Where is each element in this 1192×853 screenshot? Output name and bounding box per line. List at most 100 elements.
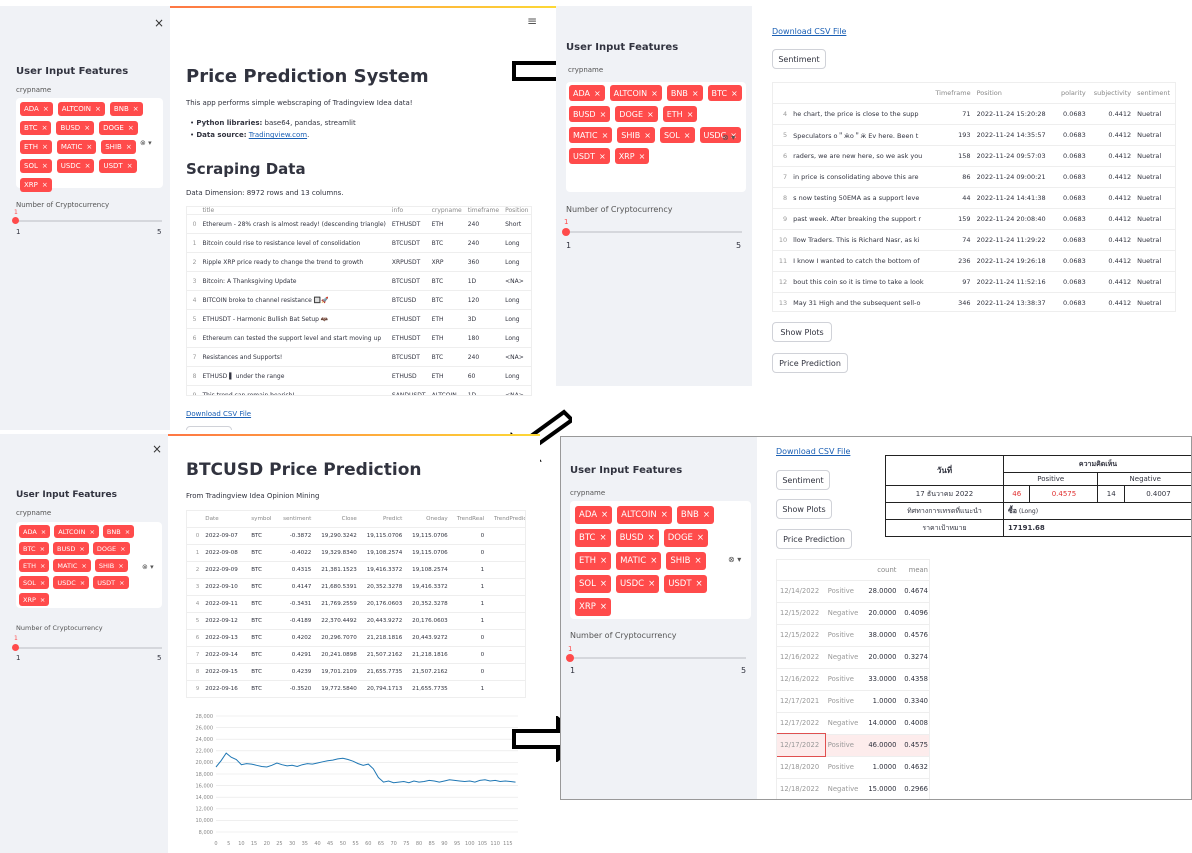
column-header[interactable]: sentiment: [1134, 83, 1175, 103]
tag-btc[interactable]: BTC ×: [707, 85, 742, 101]
tag-remove-icon[interactable]: ×: [42, 181, 48, 189]
tag-remove-icon[interactable]: ×: [84, 124, 90, 132]
menu-icon[interactable]: ≡: [527, 14, 537, 28]
tag-remove-icon[interactable]: ×: [42, 124, 48, 132]
tag-remove-icon[interactable]: ×: [644, 131, 651, 140]
tag-remove-icon[interactable]: ×: [86, 143, 92, 151]
multiselect-controls-icon[interactable]: ⊗ ▾: [728, 555, 741, 564]
tag-matic[interactable]: MATIC ×: [569, 127, 613, 143]
tag-remove-icon[interactable]: ×: [731, 89, 738, 98]
scraping-table-container[interactable]: title info crypname timeframe Position 0 Ethe…: [186, 206, 532, 396]
slider-track[interactable]: [16, 647, 162, 649]
tag-remove-icon[interactable]: ×: [651, 89, 658, 98]
tag-remove-icon[interactable]: ×: [661, 510, 668, 520]
column-header[interactable]: sentiment: [277, 511, 314, 527]
tag-doge[interactable]: DOGE ×: [92, 542, 130, 555]
table-row[interactable]: 12/17/2022 Positive 46.0000 0.4575: [777, 733, 929, 757]
tag-bnb[interactable]: BNB ×: [109, 102, 143, 116]
tag-usdt[interactable]: USDT ×: [99, 159, 137, 173]
table-row[interactable]: 9 2022-09-16 BTC -0.3520 19,772.5840 20,794.1…: [187, 680, 525, 697]
tag-eth[interactable]: ETH ×: [575, 552, 612, 570]
table-row[interactable]: 6 raders, we are new here, so we ask you 1…: [773, 145, 1175, 166]
tag-ada[interactable]: ADA ×: [575, 506, 613, 524]
tag-bnb[interactable]: BNB ×: [102, 525, 135, 538]
tag-remove-icon[interactable]: ×: [692, 89, 699, 98]
tag-btc[interactable]: BTC ×: [20, 121, 52, 135]
sentiment-button-partial[interactable]: [186, 426, 232, 430]
tag-bnb[interactable]: BNB ×: [666, 85, 703, 101]
tag-remove-icon[interactable]: ×: [81, 562, 86, 570]
tag-remove-icon[interactable]: ×: [697, 533, 704, 543]
tag-sol[interactable]: SOL ×: [20, 159, 52, 173]
tag-altcoin[interactable]: ALTCOIN ×: [54, 525, 99, 538]
tag-remove-icon[interactable]: ×: [127, 162, 133, 170]
tag-remove-icon[interactable]: ×: [648, 579, 655, 589]
download-csv-link[interactable]: Download CSV File: [186, 410, 251, 418]
tag-btc[interactable]: BTC ×: [19, 542, 50, 555]
tag-matic[interactable]: MATIC ×: [56, 140, 97, 154]
column-header[interactable]: Date: [202, 511, 248, 527]
tag-remove-icon[interactable]: ×: [639, 152, 646, 161]
tag-remove-icon[interactable]: ×: [95, 105, 101, 113]
table-row[interactable]: 8 s now testing 50EMA as a support leve 44…: [773, 187, 1175, 208]
tag-remove-icon[interactable]: ×: [599, 152, 606, 161]
show-plots-button[interactable]: Show Plots: [772, 322, 832, 342]
tag-xrp[interactable]: XRP ×: [614, 148, 650, 164]
table-row[interactable]: 8 2022-09-15 BTC 0.4239 19,701.2109 21,655.77…: [187, 663, 525, 680]
slider-handle[interactable]: [566, 654, 574, 662]
tag-remove-icon[interactable]: ×: [696, 579, 703, 589]
table-row[interactable]: 12/17/2022 Negative 14.0000 0.4008: [777, 712, 929, 734]
column-header[interactable]: [777, 560, 825, 580]
table-row[interactable]: 12/16/2022 Negative 20.0000 0.3274: [777, 646, 929, 668]
tag-usdt[interactable]: USDT ×: [569, 148, 610, 164]
tag-remove-icon[interactable]: ×: [600, 579, 607, 589]
tag-sol[interactable]: SOL ×: [19, 576, 50, 589]
table-row[interactable]: 12/17/2021 Positive 1.0000 0.3340: [777, 690, 929, 712]
tag-remove-icon[interactable]: ×: [79, 545, 84, 553]
tag-xrp[interactable]: XRP ×: [20, 178, 52, 192]
tag-ada[interactable]: ADA ×: [569, 85, 605, 101]
column-header[interactable]: info: [389, 207, 429, 215]
table-row[interactable]: 3 Bitcoin: A Thanksgiving Update BTCUSDT BT…: [187, 272, 531, 291]
table-row[interactable]: 4 he chart, the price is close to the sup…: [773, 103, 1175, 124]
summary-table-container[interactable]: count mean 12/14/2022 Positive 28.0000 0.467…: [776, 559, 930, 799]
crypto-multiselect[interactable]: ADA × ALTCOIN × BNB × BTC × BUSD × DOGE × ETH × MATIC ×…: [570, 501, 751, 619]
table-row[interactable]: 5 ETHUSDT - Harmonic Bullish Bat Setup 🦇 E…: [187, 310, 531, 329]
slider-handle[interactable]: [562, 228, 570, 236]
tag-usdc[interactable]: USDC ×: [615, 575, 660, 593]
tag-xrp[interactable]: XRP ×: [575, 598, 611, 616]
tag-doge[interactable]: DOGE ×: [615, 106, 658, 122]
column-header[interactable]: Position: [974, 83, 1053, 103]
table-row[interactable]: 0 Ethereum - 28% crash is almost ready! (…: [187, 215, 531, 234]
show-plots-button[interactable]: Show Plots: [776, 499, 832, 519]
table-row[interactable]: 4 BITCOIN broke to channel resistance 🔲🚀 B…: [187, 291, 531, 310]
slider-track[interactable]: [16, 220, 162, 222]
multiselect-controls-icon[interactable]: ⊗ ▾: [140, 139, 152, 147]
column-header[interactable]: Oneday: [405, 511, 450, 527]
price-prediction-button[interactable]: Price Prediction: [776, 529, 852, 549]
tag-shib[interactable]: SHIB ×: [666, 552, 706, 570]
tag-eth[interactable]: ETH ×: [20, 140, 52, 154]
column-header[interactable]: Timeframe: [932, 83, 973, 103]
tag-xrp[interactable]: XRP ×: [19, 593, 50, 606]
column-header[interactable]: polarity: [1052, 83, 1088, 103]
column-header[interactable]: TrendReal: [451, 511, 487, 527]
sentiment-button[interactable]: Sentiment: [776, 470, 830, 490]
table-row[interactable]: 6 2022-09-13 BTC 0.4202 20,296.7070 21,218.18…: [187, 629, 525, 646]
tag-remove-icon[interactable]: ×: [128, 124, 134, 132]
tag-remove-icon[interactable]: ×: [119, 579, 124, 587]
tag-remove-icon[interactable]: ×: [600, 110, 607, 119]
column-header[interactable]: [773, 83, 790, 103]
table-row[interactable]: 4 2022-09-11 BTC -0.3431 21,769.2559 20,176.0…: [187, 595, 525, 612]
tag-remove-icon[interactable]: ×: [85, 162, 91, 170]
slider-track[interactable]: [566, 231, 742, 233]
tag-btc[interactable]: BTC ×: [575, 529, 611, 547]
tag-shib[interactable]: SHIB ×: [101, 140, 136, 154]
slider-handle[interactable]: [12, 644, 19, 651]
table-row[interactable]: 3 2022-09-10 BTC 0.4147 21,680.5391 20,352.32…: [187, 578, 525, 595]
tag-doge[interactable]: DOGE ×: [99, 121, 138, 135]
tag-remove-icon[interactable]: ×: [703, 510, 710, 520]
tag-eth[interactable]: ETH ×: [662, 106, 698, 122]
table-row[interactable]: 12/14/2022 Positive 28.0000 0.4674: [777, 580, 929, 602]
table-row[interactable]: 1 2022-09-08 BTC -0.4022 19,329.8340 19,108.2…: [187, 544, 525, 561]
